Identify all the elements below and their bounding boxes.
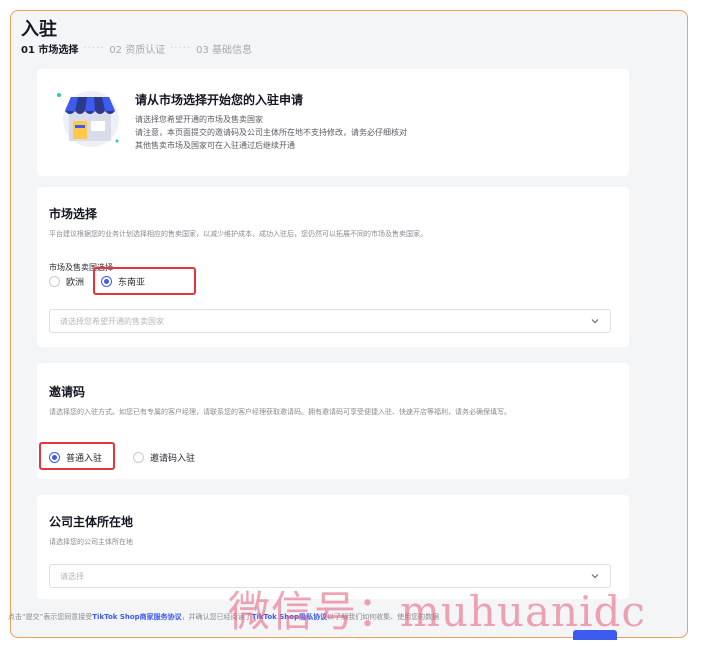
shop-illustration-icon [57, 91, 119, 147]
company-select-placeholder: 请选择 [60, 572, 84, 581]
highlight-box [39, 442, 115, 470]
merchant-agreement-link[interactable]: TikTok Shop商家服务协议 [92, 613, 181, 621]
market-section-title: 市场选择 [49, 207, 98, 221]
page-title: 入驻 [21, 19, 57, 40]
terms-prefix: 点击“提交”表示您同意接受 [8, 613, 93, 621]
intro-heading: 请从市场选择开始您的入驻申请 [135, 93, 304, 107]
company-section-title: 公司主体所在地 [49, 515, 134, 529]
radio-circle-icon [49, 276, 60, 287]
intro-line: 请注意，本页面提交的邀请码及公司主体所在地不支持修改，请务必仔细核对 [135, 128, 407, 137]
step-indicator: 01 市场选择 ····· 02 资质认证 ····· 03 基础信息 [21, 41, 252, 56]
terms-middle: ，并确认您已经阅读了 [181, 613, 252, 621]
intro-line: 请选择您希望开通的市场及售卖国家 [135, 115, 263, 124]
radio-invite-label: 邀请码入驻 [150, 454, 196, 464]
intro-text: 请从市场选择开始您的入驻申请 请选择您希望开通的市场及售卖国家 请注意，本页面提… [135, 91, 407, 152]
highlight-box [93, 267, 196, 295]
invite-section-desc: 请选择您的入驻方式。如您已有专属的客户经理，请联系您的客户经理获取邀请码。拥有邀… [49, 408, 511, 416]
radio-europe[interactable]: 欧洲 [49, 275, 84, 288]
market-section-desc: 平台建议根据您的业务计划选择相应的售卖国家，以减少维护成本，成功入驻后，您仍然可… [49, 230, 427, 238]
country-select[interactable]: 请选择您希望开通的售卖国家 [49, 309, 611, 333]
chevron-down-icon [591, 574, 599, 579]
submit-button[interactable] [573, 630, 617, 640]
chevron-down-icon [591, 319, 599, 324]
radio-circle-icon [133, 452, 144, 463]
market-selection-card: 市场选择 平台建议根据您的业务计划选择相应的售卖国家，以减少维护成本，成功入驻后… [37, 187, 629, 347]
company-section-desc: 请选择您的公司主体所在地 [49, 538, 133, 546]
radio-invite-code-onboarding[interactable]: 邀请码入驻 [133, 451, 195, 464]
step-separator: ····· [83, 43, 105, 54]
intro-line: 其他售卖市场及国家可在入驻通过后继续开通 [135, 141, 295, 150]
invite-section-title: 邀请码 [49, 385, 86, 399]
radio-europe-label: 欧洲 [66, 278, 85, 288]
company-location-select[interactable]: 请选择 [49, 564, 611, 588]
step-qualification: 02 资质认证 [109, 45, 166, 56]
privacy-policy-link[interactable]: TikTok Shop隐私协议 [252, 613, 327, 621]
terms-note: 点击“提交”表示您同意接受TikTok Shop商家服务协议，并确认您已经阅读了… [8, 612, 439, 622]
intro-card: 请从市场选择开始您的入驻申请 请选择您希望开通的市场及售卖国家 请注意，本页面提… [37, 69, 629, 176]
country-select-placeholder: 请选择您希望开通的售卖国家 [60, 317, 164, 326]
invite-code-card: 邀请码 请选择您的入驻方式。如您已有专属的客户经理，请联系您的客户经理获取邀请码… [37, 363, 629, 479]
step-market: 01 市场选择 [21, 45, 79, 56]
company-location-card: 公司主体所在地 请选择您的公司主体所在地 请选择 [37, 495, 629, 599]
step-separator: ····· [170, 43, 192, 54]
step-basic-info: 03 基础信息 [196, 45, 253, 56]
terms-suffix: 以了解我们如何收集、使用您的数据 [327, 613, 440, 621]
onboarding-frame: 入驻 01 市场选择 ····· 02 资质认证 ····· 03 基础信息 请… [10, 10, 688, 638]
